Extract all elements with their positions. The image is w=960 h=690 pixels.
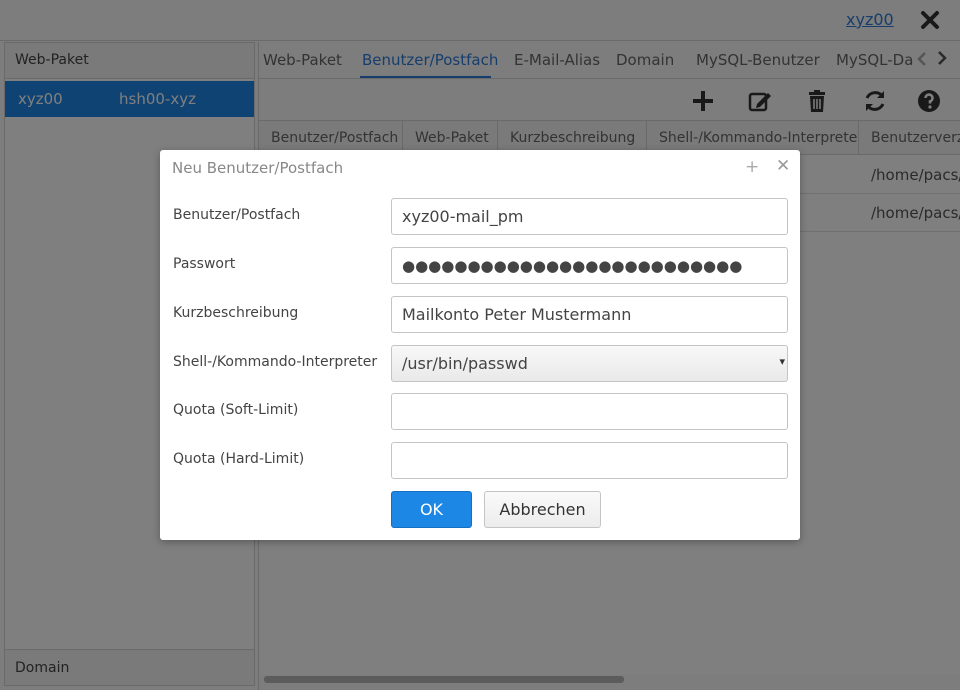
chevron-down-icon: ▾ bbox=[779, 355, 785, 368]
new-user-dialog: Neu Benutzer/Postfach + ✕ Benutzer/Postf… bbox=[160, 150, 800, 540]
cancel-button[interactable]: Abbrechen bbox=[484, 491, 601, 528]
shell-label: Shell-/Kommando-Interpreter bbox=[173, 354, 378, 370]
password-label: Passwort bbox=[173, 256, 236, 272]
user-input[interactable]: xyz00-mail_pm bbox=[391, 198, 788, 235]
quota-soft-input[interactable] bbox=[391, 393, 788, 430]
quota-soft-label: Quota (Soft-Limit) bbox=[173, 402, 299, 418]
dialog-title: Neu Benutzer/Postfach bbox=[172, 159, 344, 177]
quota-hard-input[interactable] bbox=[391, 442, 788, 479]
description-input[interactable]: Mailkonto Peter Mustermann bbox=[391, 296, 788, 333]
quota-hard-label: Quota (Hard-Limit) bbox=[173, 451, 305, 467]
close-icon[interactable]: ✕ bbox=[776, 156, 790, 176]
shell-select[interactable]: /usr/bin/passwd ▾ bbox=[391, 345, 788, 382]
password-input[interactable]: ●●●●●●●●●●●●●●●●●●●●●●●●●● bbox=[391, 247, 788, 284]
field-row-description: Kurzbeschreibung Mailkonto Peter Musterm… bbox=[173, 296, 788, 334]
field-row-quota-soft: Quota (Soft-Limit) bbox=[173, 393, 788, 431]
field-row-user: Benutzer/Postfach xyz00-mail_pm bbox=[173, 198, 788, 236]
maximize-icon[interactable]: + bbox=[745, 157, 759, 177]
ok-button[interactable]: OK bbox=[391, 491, 472, 528]
user-label: Benutzer/Postfach bbox=[173, 207, 301, 223]
field-row-password: Passwort ●●●●●●●●●●●●●●●●●●●●●●●●●● bbox=[173, 247, 788, 285]
field-row-quota-hard: Quota (Hard-Limit) bbox=[173, 442, 788, 480]
shell-select-value: /usr/bin/passwd bbox=[402, 354, 528, 373]
description-label: Kurzbeschreibung bbox=[173, 305, 299, 321]
field-row-shell: Shell-/Kommando-Interpreter /usr/bin/pas… bbox=[173, 345, 788, 383]
